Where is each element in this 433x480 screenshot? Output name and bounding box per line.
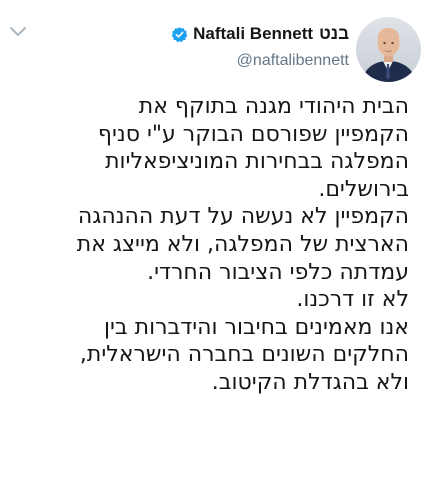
tweet-text-line: לא זו דרכנו. [296,287,409,313]
tweet-text: הבית היהודי מגנה בתוקף את הקמפיין שפורסם… [19,93,409,397]
tweet-text-line: הבית היהודי מגנה בתוקף את [138,94,409,119]
tweet-text-line: הקמפיין לא נעשה על דעת ההנהגה [77,204,409,230]
verified-badge-icon [171,26,188,43]
avatar[interactable] [356,17,421,82]
tweet-text-line: בירושלים. [318,176,409,202]
author-name-hebrew[interactable]: בנט [319,24,349,44]
tweet-text-line: המפלגה בבחירות המוניציפאליות [105,149,409,175]
tweet-text-line: ולא בהגדלת הקיטוב. [211,369,409,395]
tweet-text-line: החלקים השונים בחברה הישראלית, [79,342,409,368]
author-handle[interactable]: @naftalibennett [237,52,349,70]
tweet-text-line: הקמפיין שפורסם הבוקר ע"י סניף [97,121,409,147]
tweet-card: Naftali Bennett בנט @naftalibennett הבית… [0,0,433,480]
tweet-text-line: אנו מאמינים בחיבור והידברות בין [104,314,409,340]
tweet-text-line: עמדתה כלפי הציבור החרדי. [147,259,409,285]
author-name-row[interactable]: Naftali Bennett בנט [171,22,349,46]
tweet-text-line: הארצית של המפלגה, ולא מייצג את [76,231,409,257]
author-name[interactable]: Naftali Bennett [193,24,313,44]
chevron-down-icon[interactable] [8,24,28,38]
